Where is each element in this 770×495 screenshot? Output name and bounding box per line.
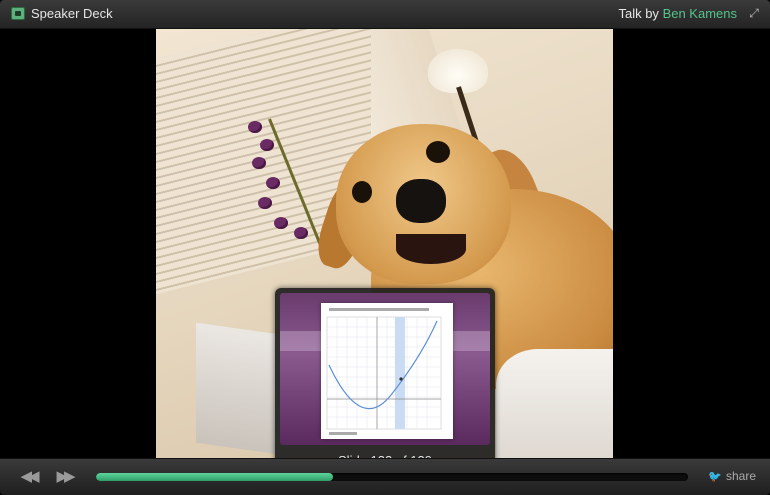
orchid-flower xyxy=(274,217,288,229)
dog-eye xyxy=(426,141,450,163)
dog-eye xyxy=(352,181,372,203)
orchid-flower xyxy=(258,197,272,209)
fast-forward-icon[interactable]: ▶▶ xyxy=(52,467,76,487)
dog-mouth xyxy=(396,234,466,264)
share-button[interactable]: 🐦 share xyxy=(708,469,756,483)
progress-fill xyxy=(96,473,333,481)
author-link[interactable]: Ben Kamens xyxy=(663,6,737,21)
expand-icon[interactable]: ⤢ xyxy=(747,6,761,20)
talk-by-label: Talk by xyxy=(618,6,659,21)
slide-stage: Slide 132 of 139 xyxy=(0,29,770,476)
talk-by: Talk by Ben Kamens xyxy=(618,6,737,21)
app-title: Speaker Deck xyxy=(31,6,113,21)
box xyxy=(196,322,286,456)
slide-preview-popup: Slide 132 of 139 xyxy=(275,288,495,476)
twitter-bird-icon: 🐦 xyxy=(707,471,722,483)
title-bar: Speaker Deck Talk by Ben Kamens ⤢ xyxy=(0,0,770,29)
progress-track[interactable] xyxy=(96,473,688,481)
player-frame: Speaker Deck Talk by Ben Kamens ⤢ ◀◀ ▶▶ … xyxy=(0,0,770,495)
orchid-flower xyxy=(294,227,308,239)
orchid-flower xyxy=(248,121,262,133)
orchid-flower xyxy=(260,139,274,151)
thumbnail-page xyxy=(321,303,453,439)
graph-thumbnail xyxy=(326,308,442,435)
orchid-flower xyxy=(266,177,280,189)
control-bar: ◀◀ ▶▶ 🐦 share xyxy=(0,458,770,495)
bed-sheet xyxy=(496,349,613,458)
orchid-flower xyxy=(252,157,266,169)
slide-thumbnail xyxy=(280,293,490,445)
share-label: share xyxy=(725,469,756,483)
dog-nose xyxy=(396,179,446,223)
speaker-deck-logo-icon xyxy=(11,7,25,20)
rewind-icon[interactable]: ◀◀ xyxy=(16,467,40,487)
